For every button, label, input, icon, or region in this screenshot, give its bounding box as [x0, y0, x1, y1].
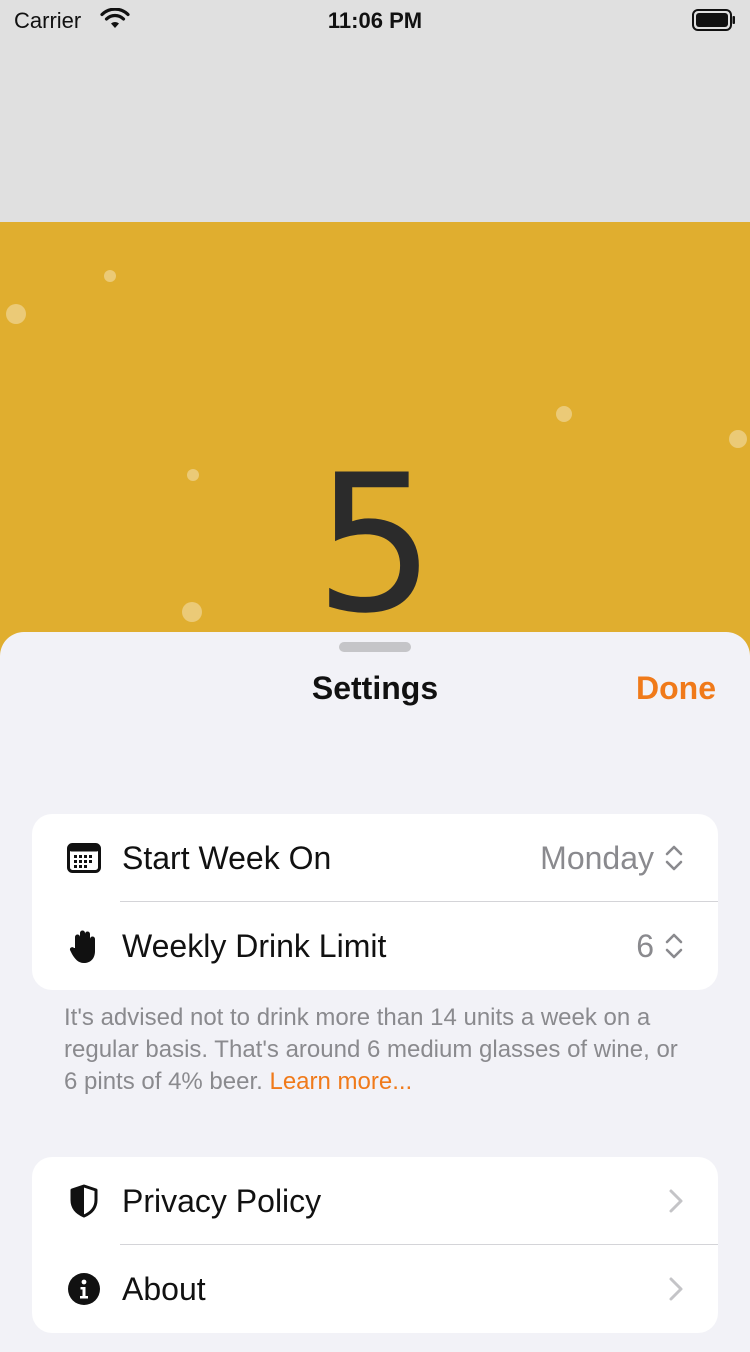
drink-limit-footnote: It's advised not to drink more than 14 u…	[64, 1002, 694, 1098]
chevron-right-icon	[669, 1277, 683, 1301]
privacy-policy-label: Privacy Policy	[122, 1182, 322, 1219]
week-settings-group: Start Week On Monday Weekly Drink Limit …	[32, 814, 718, 990]
about-row[interactable]: About	[32, 1245, 718, 1333]
bubble	[104, 270, 116, 282]
done-button[interactable]: Done	[636, 670, 716, 707]
drink-limit-value: 6	[636, 927, 654, 964]
start-week-value: Monday	[540, 839, 654, 876]
calendar-icon	[66, 840, 102, 876]
bubble	[556, 406, 572, 422]
status-bar: Carrier 11:06 PM	[0, 0, 750, 40]
shield-icon	[66, 1183, 102, 1219]
battery-icon	[692, 9, 735, 31]
start-week-row[interactable]: Start Week On Monday	[32, 814, 718, 902]
info-icon	[66, 1271, 102, 1307]
chevron-right-icon	[669, 1189, 683, 1213]
beer-fill-area: 5	[0, 222, 750, 682]
info-group: Privacy Policy About	[32, 1157, 718, 1333]
bubble	[6, 304, 26, 324]
sheet-grabber[interactable]	[339, 642, 411, 652]
settings-sheet: Settings Done Start Week On Monday Weekl…	[0, 632, 750, 1352]
learn-more-link[interactable]: Learn more...	[269, 1068, 412, 1095]
about-label: About	[122, 1270, 206, 1307]
drink-limit-label: Weekly Drink Limit	[122, 927, 387, 964]
chevron-up-down-icon	[665, 845, 683, 871]
bubble	[729, 430, 747, 448]
hand-raised-icon	[66, 928, 102, 964]
drink-limit-row[interactable]: Weekly Drink Limit 6	[32, 902, 718, 990]
privacy-policy-row[interactable]: Privacy Policy	[32, 1157, 718, 1245]
clock: 11:06 PM	[327, 8, 423, 33]
drink-count: 5	[314, 434, 436, 655]
chevron-up-down-icon	[665, 933, 683, 959]
start-week-label: Start Week On	[122, 839, 332, 876]
